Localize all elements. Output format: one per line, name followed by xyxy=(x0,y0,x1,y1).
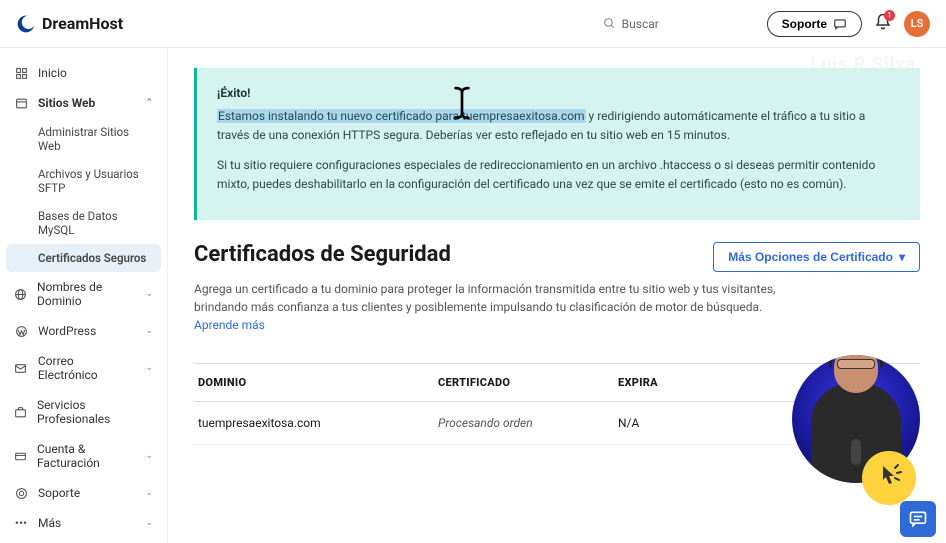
sidebar-sub-sftp[interactable]: Archivos y Usuarios SFTP xyxy=(0,160,167,202)
learn-more-link[interactable]: Aprende más xyxy=(194,318,265,332)
click-pointer-icon xyxy=(862,451,916,505)
chevron-down-icon: ⌄ xyxy=(145,518,153,528)
mail-icon xyxy=(14,362,28,375)
support-button[interactable]: Soporte xyxy=(767,11,862,37)
cell-cert: Procesando orden xyxy=(438,416,618,430)
sidebar: Inicio Sitios Web ⌃ Administrar Sitios W… xyxy=(0,48,168,543)
alert-paragraph-2: Si tu sitio requiere configuraciones esp… xyxy=(217,156,900,194)
page-title: Certificados de Seguridad xyxy=(194,242,451,267)
user-avatar[interactable]: LS xyxy=(904,11,930,37)
window-icon xyxy=(14,97,28,110)
col-cert-header: CERTIFICADO xyxy=(438,376,618,389)
sidebar-sub-admin-sitios[interactable]: Administrar Sitios Web xyxy=(0,118,167,160)
brand-text: DreamHost xyxy=(42,14,123,33)
brand-logo[interactable]: DreamHost xyxy=(16,14,123,34)
notifications-button[interactable]: 1 xyxy=(874,13,892,35)
sidebar-item-wordpress[interactable]: WordPress ⌄ xyxy=(0,316,167,346)
sidebar-item-mas[interactable]: ••• Más ⌄ xyxy=(0,508,167,538)
top-header: DreamHost Buscar Soporte 1 LS xyxy=(0,0,946,48)
sidebar-item-cuenta[interactable]: Cuenta & Facturación ⌄ xyxy=(0,434,167,478)
sidebar-item-dominio[interactable]: Nombres de Dominio ⌄ xyxy=(0,272,167,316)
dots-icon: ••• xyxy=(14,516,28,530)
page-description: Agrega un certificado a tu dominio para … xyxy=(194,280,814,316)
sidebar-item-sitios-web[interactable]: Sitios Web ⌃ xyxy=(0,88,167,118)
card-icon xyxy=(14,450,27,463)
sidebar-sub-mysql[interactable]: Bases de Datos MySQL xyxy=(0,202,167,244)
chat-bubble-icon xyxy=(833,17,847,31)
search-icon xyxy=(603,17,616,30)
chevron-down-icon: ⌄ xyxy=(145,363,153,373)
notif-badge: 1 xyxy=(884,10,895,21)
globe-icon xyxy=(14,288,27,301)
briefcase-icon xyxy=(14,406,27,419)
sidebar-item-servicios[interactable]: Servicios Profesionales xyxy=(0,390,167,434)
alert-title: ¡Éxito! xyxy=(217,84,900,103)
moon-icon xyxy=(16,14,36,34)
chat-widget-button[interactable] xyxy=(900,501,936,537)
chevron-down-icon: ⌄ xyxy=(145,451,153,461)
search-input[interactable]: Buscar xyxy=(595,13,755,35)
lifebuoy-icon xyxy=(14,487,28,500)
search-placeholder: Buscar xyxy=(622,17,659,31)
chevron-up-icon: ⌃ xyxy=(145,98,153,108)
wordpress-icon xyxy=(14,325,28,338)
more-options-button[interactable]: Más Opciones de Certificado ▾ xyxy=(713,242,920,272)
success-alert: ¡Éxito! Estamos instalando tu nuevo cert… xyxy=(194,68,920,220)
sidebar-item-inicio[interactable]: Inicio xyxy=(0,58,167,88)
sidebar-sub-certificados[interactable]: Certificados Seguros xyxy=(6,244,161,272)
caret-down-icon: ▾ xyxy=(899,250,905,264)
chevron-down-icon: ⌄ xyxy=(145,289,153,299)
chevron-down-icon: ⌄ xyxy=(145,326,153,336)
sidebar-item-soporte[interactable]: Soporte ⌄ xyxy=(0,478,167,508)
chevron-down-icon: ⌄ xyxy=(145,488,153,498)
grid-icon xyxy=(14,67,28,80)
alert-paragraph-1: Estamos instalando tu nuevo certificado … xyxy=(217,107,900,145)
sidebar-item-correo[interactable]: Correo Electrónico ⌄ xyxy=(0,346,167,390)
main-content: Luis R Silva ¡Éxito! Estamos instalando … xyxy=(168,48,946,543)
col-domain-header: DOMINIO xyxy=(198,376,438,389)
cell-domain: tuempresaexitosa.com xyxy=(198,416,438,430)
